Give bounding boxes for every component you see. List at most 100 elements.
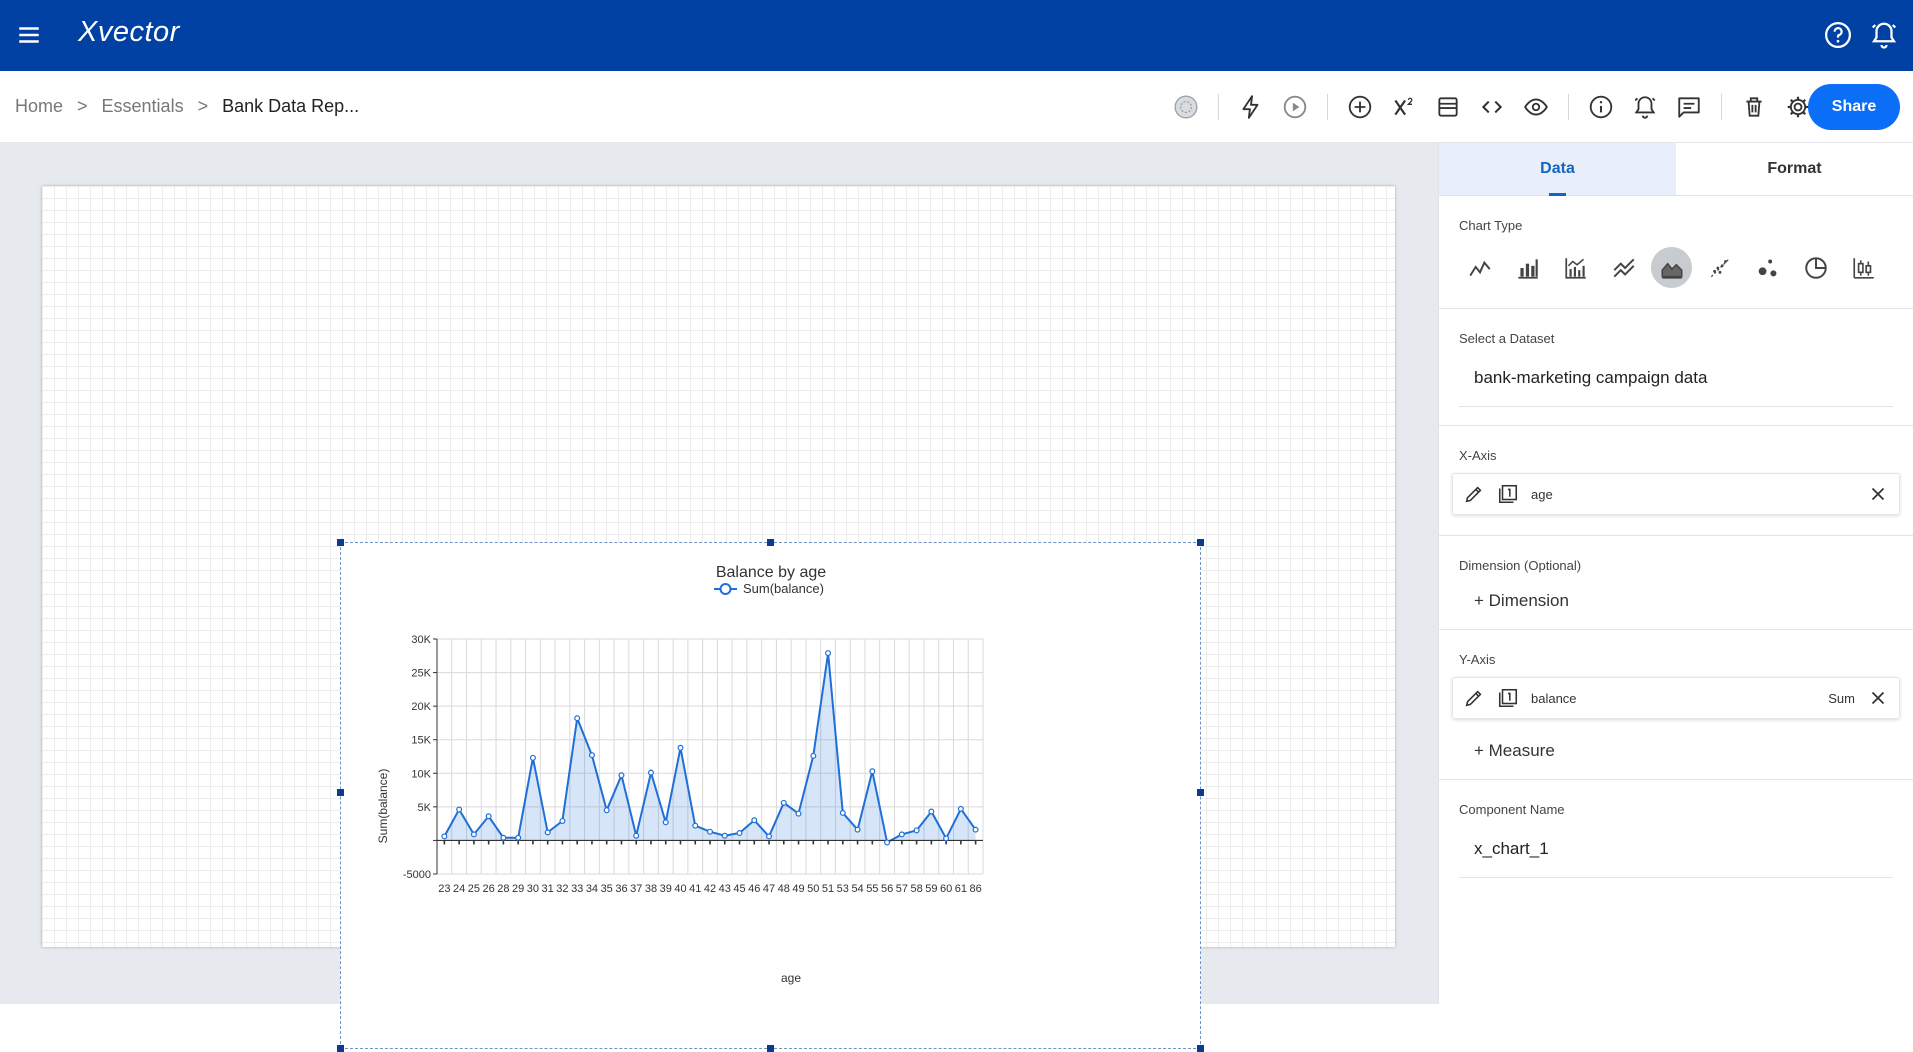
toolbar-divider <box>1218 94 1219 120</box>
formula-icon[interactable] <box>1388 91 1420 123</box>
y-tick-label: 15K <box>411 735 431 747</box>
info-icon[interactable] <box>1585 91 1617 123</box>
help-icon[interactable] <box>1823 20 1853 50</box>
bar-chart-type-icon[interactable] <box>1507 247 1548 288</box>
toolbar-divider <box>1721 94 1722 120</box>
x-tick-label: 55 <box>866 883 878 895</box>
data-point <box>500 834 507 841</box>
breadcrumb-essentials[interactable]: Essentials <box>102 96 184 117</box>
data-point <box>633 832 640 839</box>
x-tick-label: 51 <box>822 883 834 895</box>
x-tick-label: 32 <box>556 883 568 895</box>
x-tick-label: 35 <box>601 883 613 895</box>
share-button[interactable]: Share <box>1808 84 1900 130</box>
data-point <box>529 754 536 761</box>
data-point <box>913 827 920 834</box>
hamburger-menu-icon[interactable] <box>16 22 42 48</box>
x-tick-label: 37 <box>630 883 642 895</box>
x-axis-field-chip[interactable]: age <box>1452 473 1900 515</box>
data-point <box>869 768 876 775</box>
area-chart: 30K 25K 20K 15K 10K 5K -5000 23 24 25 26 28 29 30 31 32… <box>376 564 984 985</box>
comment-icon[interactable] <box>1673 91 1705 123</box>
y-tick-label: 5K <box>418 802 432 814</box>
data-point <box>574 715 581 722</box>
line-chart-type-icon[interactable] <box>1459 247 1500 288</box>
report-canvas[interactable]: 30K 25K 20K 15K 10K 5K -5000 23 24 25 26 28 29 30 31 32… <box>42 186 1395 1052</box>
x-tick-label: 25 <box>468 883 480 895</box>
layout-icon[interactable] <box>1432 91 1464 123</box>
edit-pencil-icon[interactable] <box>1463 687 1485 709</box>
notifications-icon[interactable] <box>1869 20 1899 50</box>
add-icon[interactable] <box>1344 91 1376 123</box>
report-workspace: 30K 25K 20K 15K 10K 5K -5000 23 24 25 26 28 29 30 31 32… <box>0 143 1438 1052</box>
bubble-chart-type-icon[interactable] <box>1747 247 1788 288</box>
chart-component[interactable]: 30K 25K 20K 15K 10K 5K -5000 23 24 25 26 28 29 30 31 32… <box>337 539 1204 1052</box>
x-tick-label: 47 <box>763 883 775 895</box>
x-axis-label: X-Axis <box>1459 448 1497 463</box>
aggregation-select[interactable]: Sum <box>1828 691 1855 706</box>
dimension-label: Dimension (Optional) <box>1459 558 1582 573</box>
chart-legend[interactable]: Sum(balance) <box>714 581 824 596</box>
x-tick-label: 30 <box>527 883 539 895</box>
add-measure-button[interactable]: + Measure <box>1459 723 1893 779</box>
data-point <box>692 822 699 829</box>
data-type-icon <box>1498 484 1518 504</box>
delete-icon[interactable] <box>1738 91 1770 123</box>
candlestick-chart-type-icon[interactable] <box>1843 247 1884 288</box>
y-axis-field-chip[interactable]: balance Sum <box>1452 677 1900 719</box>
data-point <box>647 769 654 776</box>
dimension-section: Dimension (Optional) + Dimension <box>1439 536 1913 630</box>
component-name-input[interactable]: x_chart_1 <box>1459 817 1893 878</box>
lightning-icon[interactable] <box>1235 91 1267 123</box>
x-tick-label: 86 <box>969 883 981 895</box>
chart-area-layer <box>443 652 977 844</box>
combo-chart-type-icon[interactable] <box>1555 247 1596 288</box>
pie-chart-type-icon[interactable] <box>1795 247 1836 288</box>
tab-data[interactable]: Data <box>1439 143 1676 196</box>
data-point <box>456 806 463 813</box>
data-point <box>795 810 802 817</box>
dataset-select[interactable]: bank-marketing campaign data <box>1459 346 1893 407</box>
area-chart-type-icon[interactable] <box>1651 247 1692 288</box>
data-point <box>470 831 477 838</box>
remove-close-icon[interactable] <box>1867 483 1889 505</box>
tab-format[interactable]: Format <box>1676 143 1913 195</box>
scatter-trend-chart-type-icon[interactable] <box>1699 247 1740 288</box>
component-name-label: Component Name <box>1459 802 1565 817</box>
data-point <box>898 831 905 838</box>
x-tick-label: 23 <box>438 883 450 895</box>
x-tick-label: 33 <box>571 883 583 895</box>
code-icon[interactable] <box>1476 91 1508 123</box>
y-axis-label: Y-Axis <box>1459 652 1496 667</box>
data-point <box>766 833 773 840</box>
x-tick-label: 31 <box>542 883 554 895</box>
alert-bell-icon[interactable] <box>1629 91 1661 123</box>
status-icon[interactable] <box>1170 91 1202 123</box>
chart-type-label: Chart Type <box>1459 218 1523 233</box>
legend-marker <box>719 583 732 595</box>
x-axis-section: X-Axis age <box>1439 426 1913 536</box>
breadcrumb-home[interactable]: Home <box>15 96 63 117</box>
play-icon[interactable] <box>1279 91 1311 123</box>
add-dimension-button[interactable]: + Dimension <box>1459 573 1893 629</box>
app-logo[interactable]: Xvector <box>78 16 180 49</box>
report-toolbar-bar: Home > Essentials > Bank Data Rep... Sha… <box>0 71 1913 143</box>
data-point <box>943 835 950 842</box>
preview-eye-icon[interactable] <box>1520 91 1552 123</box>
data-point <box>751 817 758 824</box>
data-point <box>441 833 448 840</box>
x-tick-label: 45 <box>733 883 745 895</box>
data-point <box>884 839 891 846</box>
x-tick-label: 40 <box>674 883 686 895</box>
breadcrumb-separator: > <box>77 96 88 116</box>
x-tick-label: 53 <box>837 883 849 895</box>
edit-pencil-icon[interactable] <box>1463 483 1485 505</box>
x-tick-label: 61 <box>955 883 967 895</box>
data-point <box>780 799 787 806</box>
remove-close-icon[interactable] <box>1867 687 1889 709</box>
data-point <box>736 830 743 837</box>
multi-line-chart-type-icon[interactable] <box>1603 247 1644 288</box>
x-tick-label: 28 <box>497 883 509 895</box>
data-point <box>485 813 492 820</box>
x-tick-label: 34 <box>586 883 598 895</box>
